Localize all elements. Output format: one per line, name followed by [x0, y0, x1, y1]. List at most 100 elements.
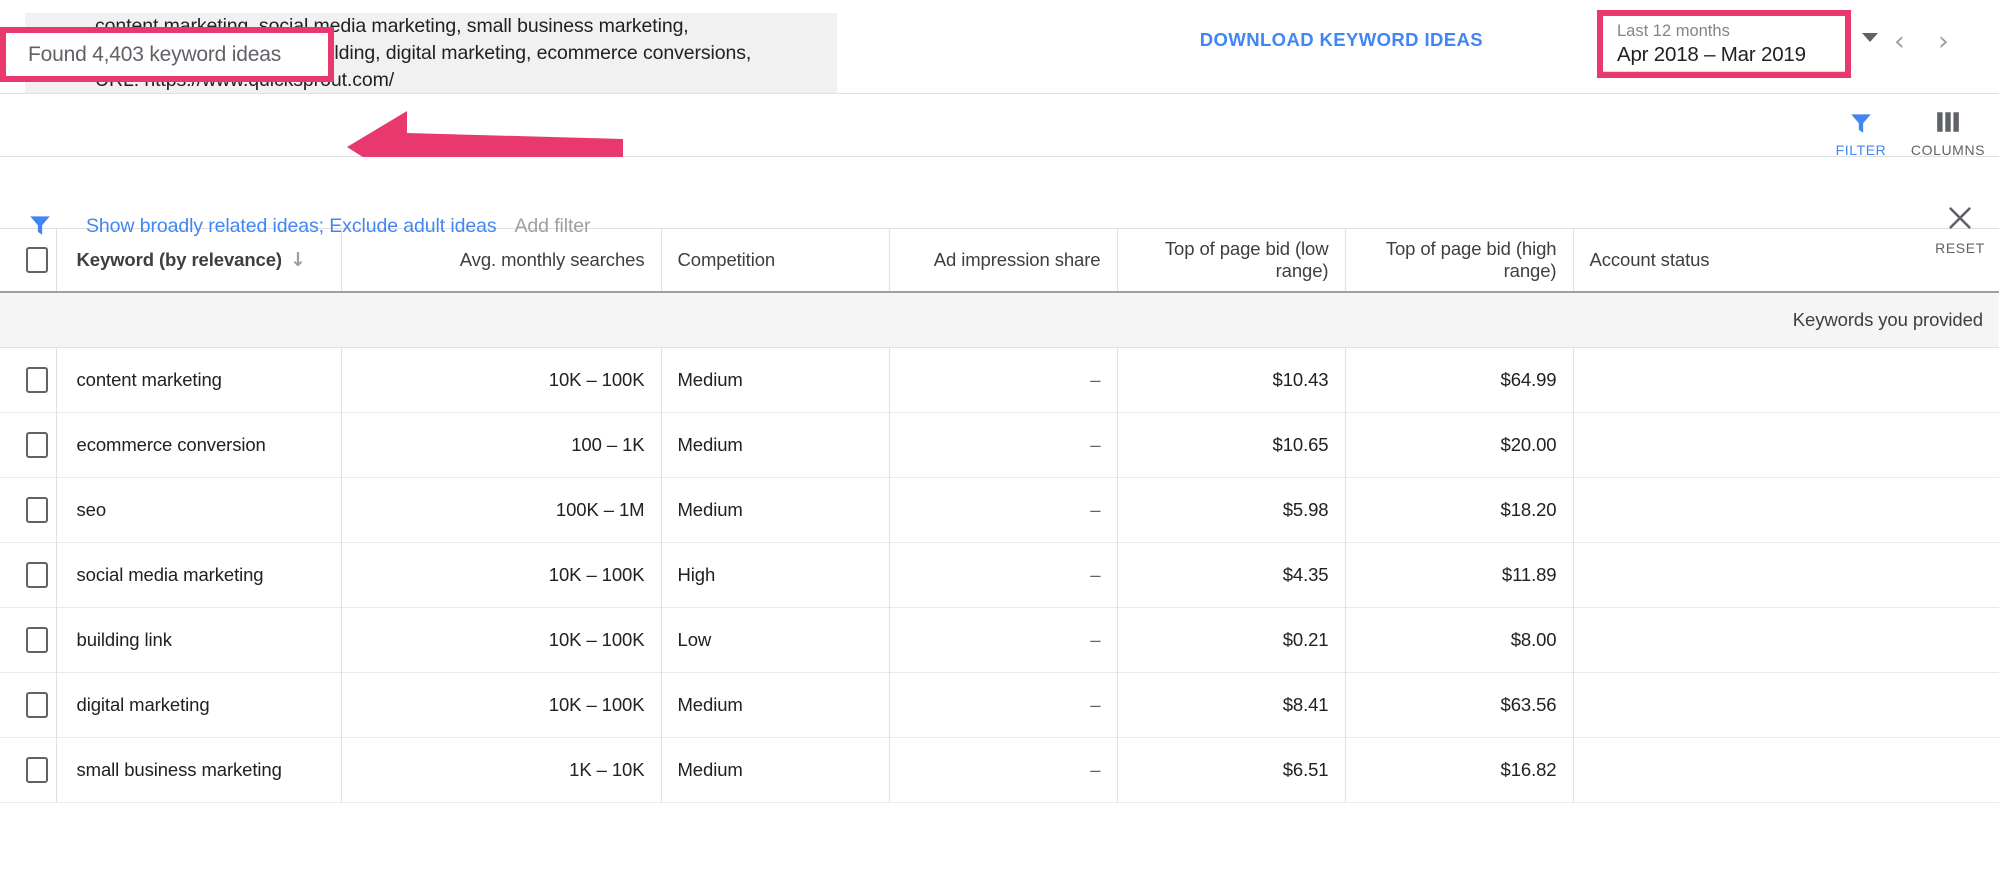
row-checkbox[interactable]	[26, 366, 48, 393]
cell-ad-impression-share: –	[889, 542, 1118, 607]
row-checkbox-cell	[0, 737, 57, 802]
cell-bid-low: $0.21	[1117, 607, 1346, 672]
cell-bid-high: $11.89	[1345, 542, 1574, 607]
filter-button-label: FILTER	[1835, 142, 1887, 158]
table-header: Keyword (by relevance) ↓ Avg. monthly sea…	[0, 229, 1999, 292]
table-row[interactable]: digital marketing 10K – 100K Medium – $8.41 $…	[0, 672, 1999, 737]
cell-avg-monthly-searches: 10K – 100K	[341, 607, 662, 672]
chevron-left-icon[interactable]: ‹	[1894, 28, 1905, 55]
cell-competition: Medium	[661, 737, 890, 802]
column-header-top-of-page-bid-low[interactable]: Top of page bid (low range)	[1117, 229, 1346, 292]
found-count-highlight: Found 4,403 keyword ideas	[0, 27, 334, 82]
filter-button[interactable]: FILTER	[1818, 110, 1904, 158]
cell-bid-high: $63.56	[1345, 672, 1574, 737]
table-row[interactable]: content marketing 10K – 100K Medium – $10.43…	[0, 347, 1999, 412]
cell-ad-impression-share: –	[889, 737, 1118, 802]
row-checkbox[interactable]	[26, 431, 48, 458]
cell-competition: Medium	[661, 347, 890, 412]
cell-account-status	[1573, 542, 1999, 607]
cell-bid-low: $10.43	[1117, 347, 1346, 412]
column-header-top-of-page-bid-high[interactable]: Top of page bid (high range)	[1345, 229, 1574, 292]
cell-ad-impression-share: –	[889, 477, 1118, 542]
cell-bid-high: $8.00	[1345, 607, 1574, 672]
cell-bid-low: $6.51	[1117, 737, 1346, 802]
table-row[interactable]: building link 10K – 100K Low – $0.21 $8.00	[0, 607, 1999, 672]
cell-keyword: small business marketing	[56, 737, 342, 802]
cell-account-status	[1573, 412, 1999, 477]
cell-account-status	[1573, 347, 1999, 412]
cell-keyword: ecommerce conversion	[56, 412, 342, 477]
row-checkbox[interactable]	[26, 561, 48, 588]
cell-avg-monthly-searches: 100K – 1M	[341, 477, 662, 542]
cell-bid-low: $4.35	[1117, 542, 1346, 607]
results-summary-bar	[0, 94, 1999, 157]
keyword-planner-screen: content marketing, social media marketin…	[0, 0, 1999, 871]
cell-competition: Low	[661, 607, 890, 672]
cell-ad-impression-share: –	[889, 412, 1118, 477]
cell-keyword: seo	[56, 477, 342, 542]
date-range-highlight: Last 12 months Apr 2018 – Mar 2019	[1597, 10, 1851, 78]
row-checkbox[interactable]	[26, 626, 48, 653]
cell-ad-impression-share: –	[889, 607, 1118, 672]
table-header-row: Keyword (by relevance) ↓ Avg. monthly sea…	[0, 229, 1999, 292]
cell-competition: High	[661, 542, 890, 607]
date-range-label: Last 12 months	[1617, 22, 1730, 40]
cell-bid-low: $10.65	[1117, 412, 1346, 477]
cell-competition: Medium	[661, 672, 890, 737]
group-header-row: Keywords you provided	[0, 292, 1999, 348]
columns-button-label: COLUMNS	[1910, 142, 1986, 158]
cell-avg-monthly-searches: 100 – 1K	[341, 412, 662, 477]
cell-ad-impression-share: –	[889, 672, 1118, 737]
cell-bid-high: $16.82	[1345, 737, 1574, 802]
cell-bid-high: $64.99	[1345, 347, 1574, 412]
cell-avg-monthly-searches: 10K – 100K	[341, 347, 662, 412]
cell-account-status	[1573, 672, 1999, 737]
group-header-label: Keywords you provided	[0, 292, 1999, 348]
row-checkbox[interactable]	[26, 496, 48, 523]
column-header-keyword-label: Keyword (by relevance)	[76, 249, 283, 270]
columns-icon	[1905, 110, 1991, 138]
cell-bid-low: $8.41	[1117, 672, 1346, 737]
row-checkbox[interactable]	[26, 691, 48, 718]
cell-avg-monthly-searches: 10K – 100K	[341, 542, 662, 607]
cell-account-status	[1573, 737, 1999, 802]
table-body: Keywords you provided content marketing 1…	[0, 292, 1999, 802]
row-checkbox-cell	[0, 542, 57, 607]
cell-keyword: content marketing	[56, 347, 342, 412]
cell-account-status	[1573, 607, 1999, 672]
column-header-ad-impression-share[interactable]: Ad impression share	[889, 229, 1118, 292]
column-header-keyword[interactable]: Keyword (by relevance) ↓	[56, 229, 342, 292]
row-checkbox-cell	[0, 672, 57, 737]
download-keyword-ideas-button[interactable]: DOWNLOAD KEYWORD IDEAS	[1200, 29, 1483, 51]
row-checkbox[interactable]	[26, 756, 48, 783]
cell-keyword: digital marketing	[56, 672, 342, 737]
arrow-down-icon[interactable]: ↓	[290, 249, 306, 271]
cell-bid-low: $5.98	[1117, 477, 1346, 542]
columns-button[interactable]: COLUMNS	[1905, 110, 1991, 158]
table-row[interactable]: ecommerce conversion 100 – 1K Medium – $10.6…	[0, 412, 1999, 477]
date-range-selector[interactable]: Last 12 months Apr 2018 – Mar 2019	[1603, 16, 1845, 72]
column-header-competition[interactable]: Competition	[661, 229, 890, 292]
select-all-header	[0, 229, 57, 292]
cell-keyword: social media marketing	[56, 542, 342, 607]
chevron-down-icon[interactable]	[1862, 33, 1878, 42]
cell-bid-high: $18.20	[1345, 477, 1574, 542]
cell-competition: Medium	[661, 412, 890, 477]
keyword-ideas-table: Keyword (by relevance) ↓ Avg. monthly sea…	[0, 229, 1999, 803]
column-header-avg-monthly-searches[interactable]: Avg. monthly searches	[341, 229, 662, 292]
cell-account-status	[1573, 477, 1999, 542]
row-checkbox-cell	[0, 477, 57, 542]
cell-avg-monthly-searches: 10K – 100K	[341, 672, 662, 737]
cell-avg-monthly-searches: 1K – 10K	[341, 737, 662, 802]
table-row[interactable]: small business marketing 1K – 10K Medium – $…	[0, 737, 1999, 802]
table-row[interactable]: seo 100K – 1M Medium – $5.98 $18.20	[0, 477, 1999, 542]
column-header-account-status[interactable]: Account status	[1573, 229, 1999, 292]
chevron-right-icon[interactable]: ›	[1938, 28, 1949, 55]
table-row[interactable]: social media marketing 10K – 100K High – $4.…	[0, 542, 1999, 607]
date-range-value: Apr 2018 – Mar 2019	[1617, 43, 1806, 66]
found-count-text: Found 4,403 keyword ideas	[28, 42, 281, 66]
cell-keyword: building link	[56, 607, 342, 672]
cell-competition: Medium	[661, 477, 890, 542]
select-all-checkbox[interactable]	[26, 247, 48, 273]
row-checkbox-cell	[0, 412, 57, 477]
